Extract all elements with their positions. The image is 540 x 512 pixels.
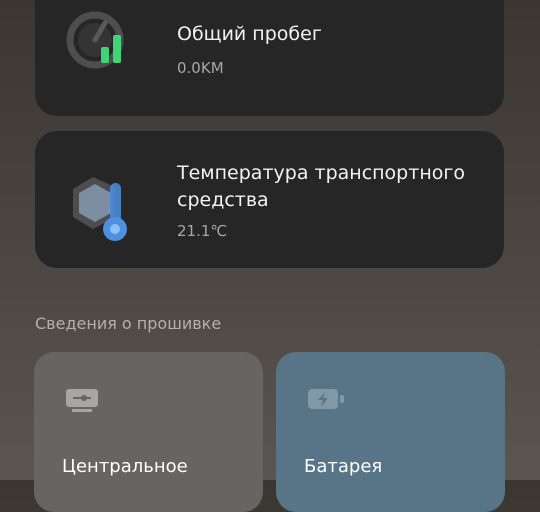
mileage-card[interactable]: Общий пробег 0.0KM [35,0,504,116]
battery-label: Батарея [304,456,383,477]
thermometer-icon [65,167,141,247]
temperature-title: Температура транспортного средства [177,162,465,211]
battery-icon [306,385,346,419]
mileage-value: 0.0KM [177,59,224,77]
temperature-card[interactable]: Температура транспортного средства 21.1℃ [35,131,504,268]
battery-tile[interactable]: Батарея [276,352,505,512]
mileage-title: Общий пробег [177,23,322,45]
firmware-section-title: Сведения о прошивке [35,314,222,333]
central-controller-label: Центральное [62,456,188,477]
temperature-value: 21.1℃ [177,222,228,240]
controller-icon [64,385,100,419]
speedometer-icon [65,10,131,80]
central-controller-tile[interactable]: Центральное [34,352,263,512]
